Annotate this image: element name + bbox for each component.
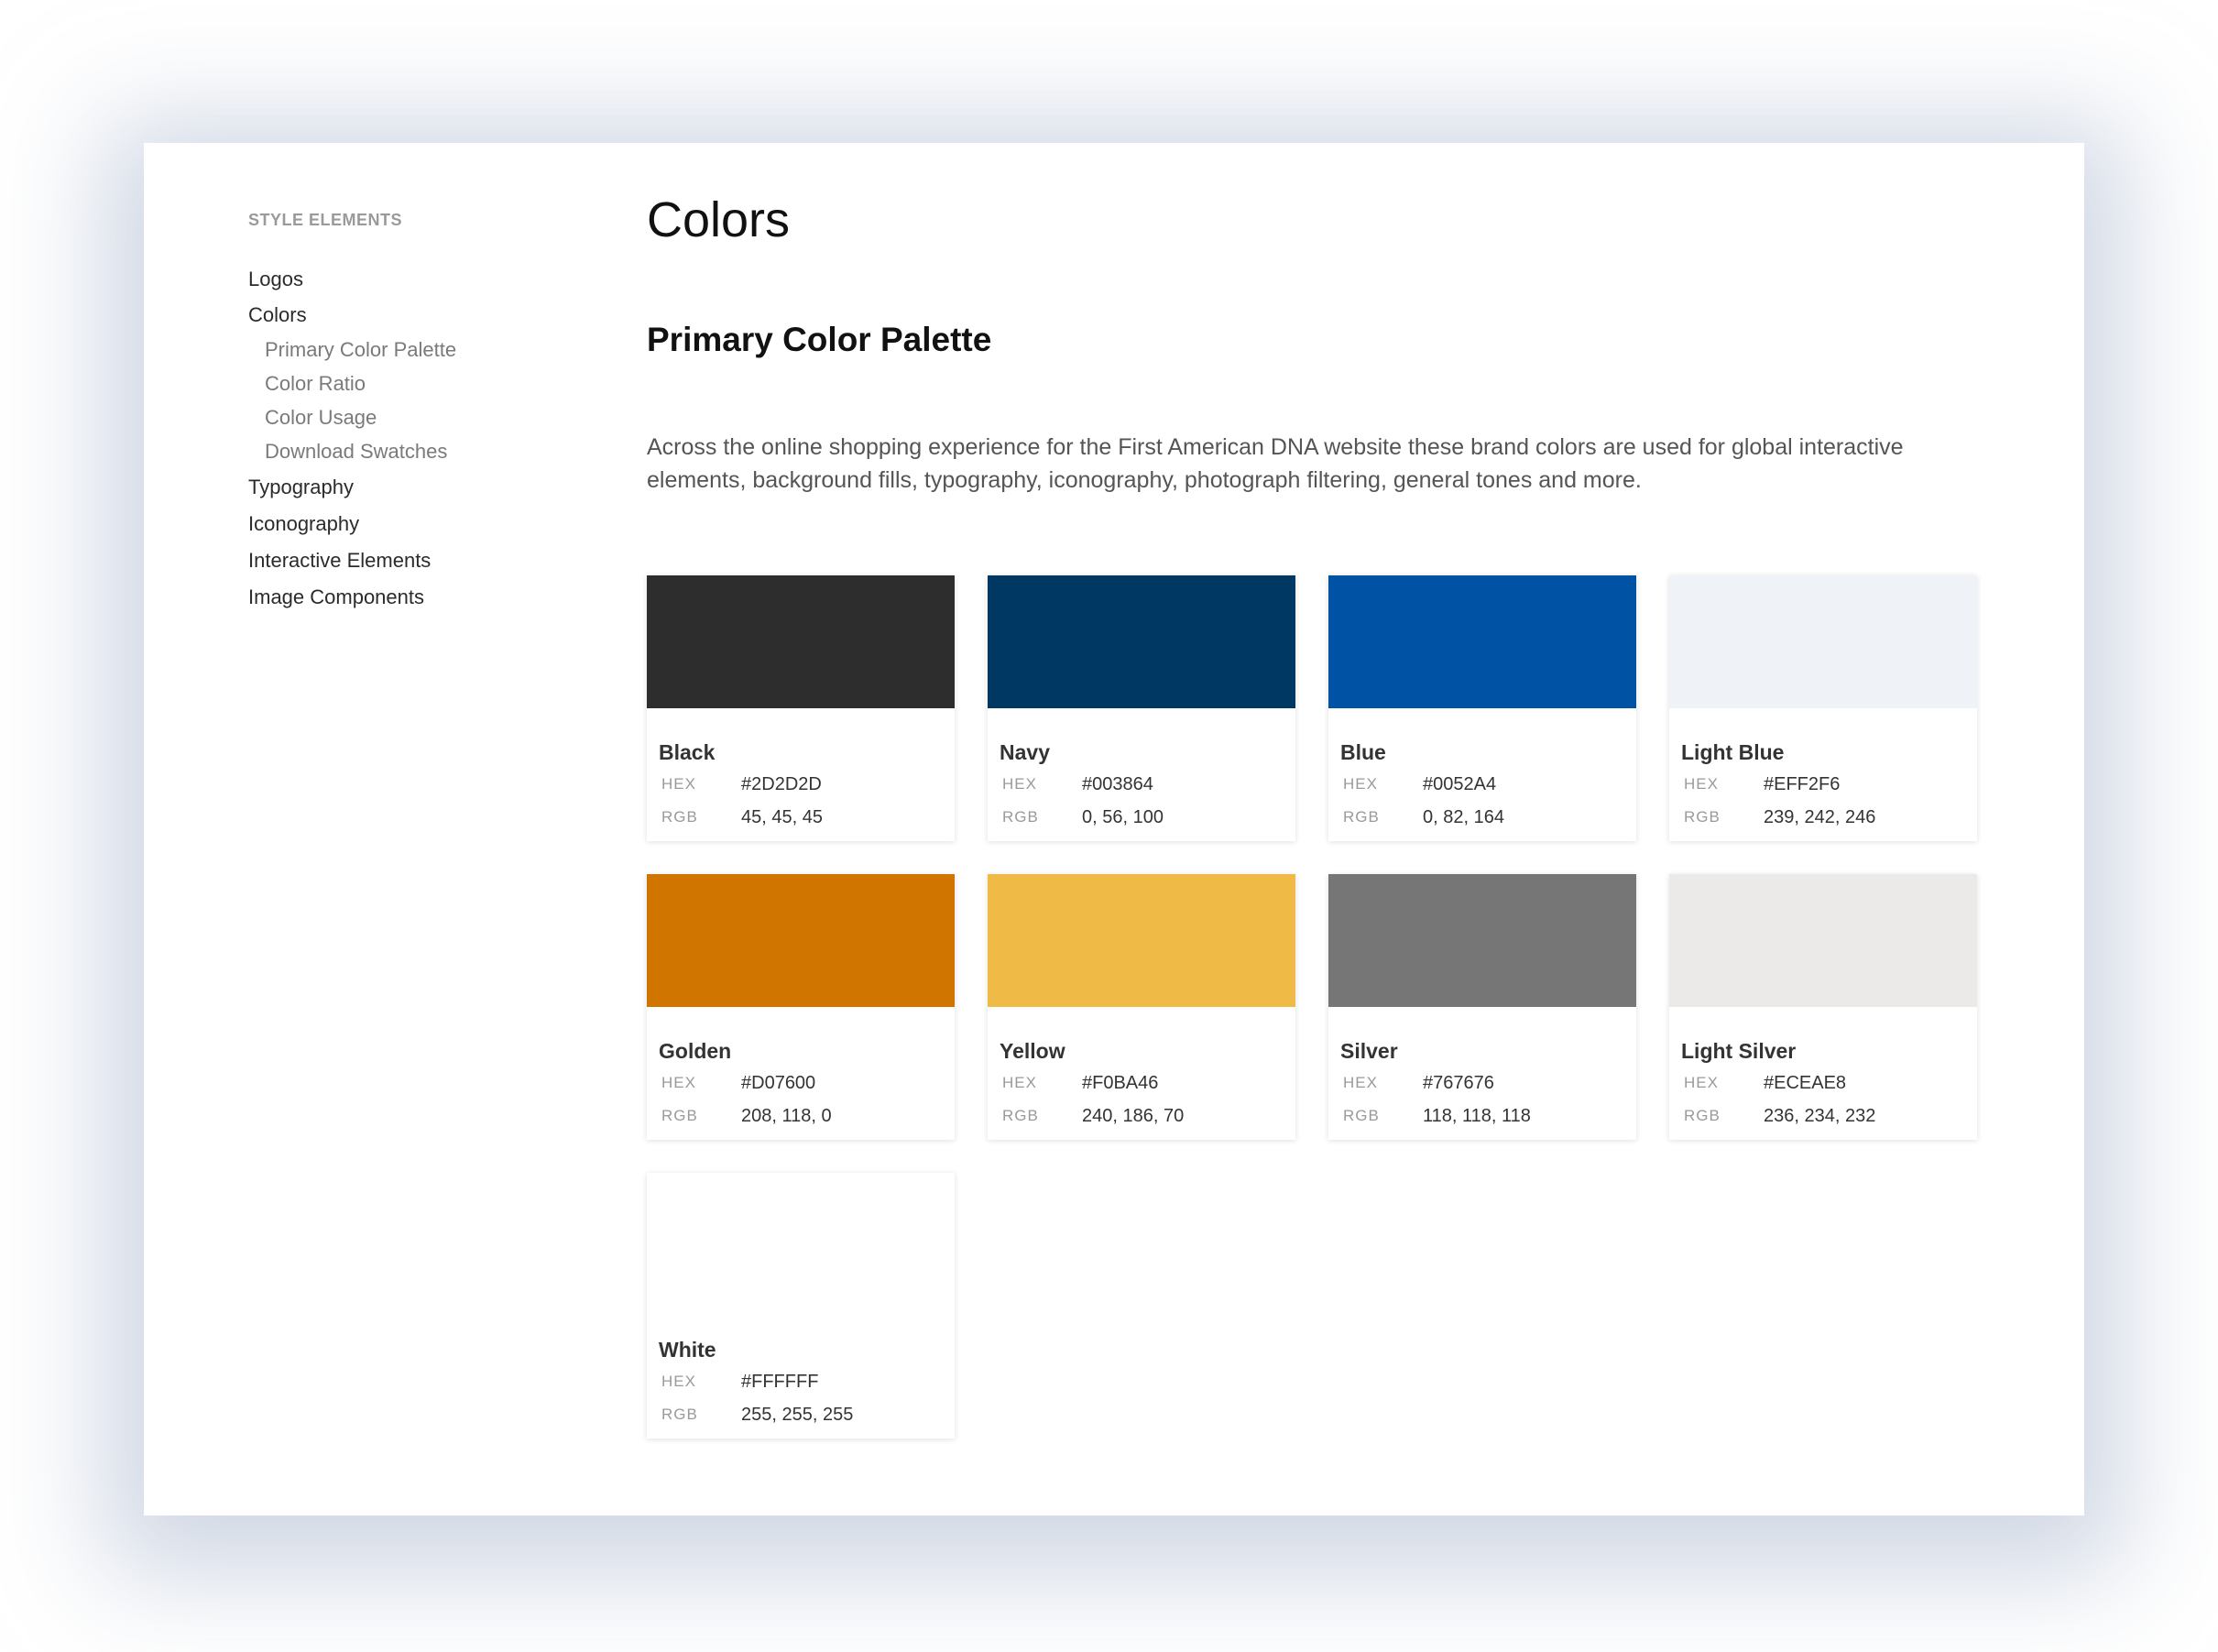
color-chip bbox=[647, 575, 955, 708]
page-title: Colors bbox=[647, 192, 791, 247]
color-swatch-card[interactable]: Light Silver HEX #ECEAE8 RGB 236, 234, 232 bbox=[1669, 874, 1977, 1140]
sidebar-nav: STYLE ELEMENTS Logos Colors Primary Color … bbox=[248, 209, 578, 608]
hex-row: HEX #D07600 bbox=[661, 1070, 815, 1096]
hex-row: HEX #767676 bbox=[1343, 1070, 1494, 1096]
hex-label: HEX bbox=[661, 775, 696, 793]
rgb-row: RGB 0, 82, 164 bbox=[1343, 804, 1504, 830]
rgb-label: RGB bbox=[1002, 808, 1039, 826]
color-chip bbox=[988, 575, 1295, 708]
rgb-value: 45, 45, 45 bbox=[741, 806, 823, 827]
rgb-value: 255, 255, 255 bbox=[741, 1404, 854, 1425]
sidebar-item-colors[interactable]: Colors bbox=[248, 302, 307, 328]
hex-label: HEX bbox=[1684, 775, 1719, 793]
rgb-row: RGB 236, 234, 232 bbox=[1684, 1103, 1875, 1129]
sidebar-item-logos[interactable]: Logos bbox=[248, 267, 303, 292]
hex-row: HEX #2D2D2D bbox=[661, 771, 822, 797]
rgb-label: RGB bbox=[1684, 1107, 1721, 1124]
rgb-row: RGB 45, 45, 45 bbox=[661, 804, 823, 830]
hex-row: HEX #0052A4 bbox=[1343, 771, 1496, 797]
sidebar-item-color-usage[interactable]: Color Usage bbox=[248, 405, 377, 431]
rgb-value: 118, 118, 118 bbox=[1423, 1105, 1531, 1126]
color-name: Yellow bbox=[1000, 1039, 1065, 1063]
rgb-row: RGB 0, 56, 100 bbox=[1002, 804, 1164, 830]
color-chip bbox=[647, 1173, 955, 1306]
rgb-row: RGB 255, 255, 255 bbox=[661, 1402, 853, 1428]
hex-label: HEX bbox=[661, 1074, 696, 1091]
color-swatch-card[interactable]: Silver HEX #767676 RGB 118, 118, 118 bbox=[1328, 874, 1636, 1140]
hex-label: HEX bbox=[1343, 775, 1378, 793]
sidebar-item-primary-color-palette[interactable]: Primary Color Palette bbox=[248, 337, 456, 363]
sidebar-section-label: STYLE ELEMENTS bbox=[248, 211, 403, 229]
color-chip bbox=[647, 874, 955, 1007]
hex-value: #2D2D2D bbox=[741, 773, 822, 794]
rgb-value: 0, 56, 100 bbox=[1082, 806, 1164, 827]
color-swatch-card[interactable]: Light Blue HEX #EFF2F6 RGB 239, 242, 246 bbox=[1669, 575, 1977, 841]
hex-row: HEX #FFFFFF bbox=[661, 1369, 818, 1395]
hex-value: #003864 bbox=[1082, 773, 1153, 794]
color-chip bbox=[1328, 575, 1636, 708]
hex-value: #EFF2F6 bbox=[1764, 773, 1841, 794]
hex-label: HEX bbox=[661, 1373, 696, 1390]
color-name: Golden bbox=[659, 1039, 732, 1063]
rgb-label: RGB bbox=[1343, 808, 1380, 826]
color-swatch-card[interactable]: Blue HEX #0052A4 RGB 0, 82, 164 bbox=[1328, 575, 1636, 841]
color-name: Blue bbox=[1340, 740, 1386, 764]
sidebar-item-color-ratio[interactable]: Color Ratio bbox=[248, 371, 366, 397]
swatch-grid: Black HEX #2D2D2D RGB 45, 45, 45 Navy HEX #0038… bbox=[647, 575, 1977, 1439]
color-name: Light Silver bbox=[1681, 1039, 1797, 1063]
rgb-value: 239, 242, 246 bbox=[1764, 806, 1876, 827]
sidebar-item-iconography[interactable]: Iconography bbox=[248, 511, 359, 537]
hex-label: HEX bbox=[1002, 1074, 1037, 1091]
color-name: Silver bbox=[1340, 1039, 1398, 1063]
color-swatch-card[interactable]: White HEX #FFFFFF RGB 255, 255, 255 bbox=[647, 1173, 955, 1439]
hex-row: HEX #ECEAE8 bbox=[1684, 1070, 1846, 1096]
hex-value: #FFFFFF bbox=[741, 1371, 819, 1392]
color-name: Black bbox=[659, 740, 716, 764]
hex-label: HEX bbox=[1343, 1074, 1378, 1091]
color-name: Light Blue bbox=[1681, 740, 1785, 764]
hex-value: #D07600 bbox=[741, 1072, 816, 1093]
hex-value: #767676 bbox=[1423, 1072, 1494, 1093]
color-swatch-card[interactable]: Golden HEX #D07600 RGB 208, 118, 0 bbox=[647, 874, 955, 1140]
rgb-label: RGB bbox=[1684, 808, 1721, 826]
color-swatch-card[interactable]: Yellow HEX #F0BA46 RGB 240, 186, 70 bbox=[988, 874, 1295, 1140]
color-name: Navy bbox=[1000, 740, 1050, 764]
hex-label: HEX bbox=[1002, 775, 1037, 793]
rgb-value: 236, 234, 232 bbox=[1764, 1105, 1876, 1126]
hex-row: HEX #EFF2F6 bbox=[1684, 771, 1840, 797]
rgb-value: 208, 118, 0 bbox=[741, 1105, 832, 1126]
color-chip bbox=[1328, 874, 1636, 1007]
sidebar-item-download-swatches[interactable]: Download Swatches bbox=[248, 439, 447, 465]
sidebar-item-typography[interactable]: Typography bbox=[248, 475, 354, 500]
rgb-label: RGB bbox=[661, 1406, 698, 1423]
rgb-value: 240, 186, 70 bbox=[1082, 1105, 1185, 1126]
hex-row: HEX #003864 bbox=[1002, 771, 1153, 797]
color-chip bbox=[1669, 575, 1977, 708]
rgb-row: RGB 239, 242, 246 bbox=[1684, 804, 1875, 830]
color-chip bbox=[1669, 874, 1977, 1007]
color-name: White bbox=[659, 1338, 716, 1362]
hex-label: HEX bbox=[1684, 1074, 1719, 1091]
rgb-label: RGB bbox=[661, 808, 698, 826]
hex-value: #0052A4 bbox=[1423, 773, 1497, 794]
rgb-row: RGB 118, 118, 118 bbox=[1343, 1103, 1531, 1129]
hex-row: HEX #F0BA46 bbox=[1002, 1070, 1158, 1096]
hex-value: #ECEAE8 bbox=[1764, 1072, 1847, 1093]
color-swatch-card[interactable]: Black HEX #2D2D2D RGB 45, 45, 45 bbox=[647, 575, 955, 841]
rgb-label: RGB bbox=[661, 1107, 698, 1124]
rgb-row: RGB 208, 118, 0 bbox=[661, 1103, 832, 1129]
hex-value: #F0BA46 bbox=[1082, 1072, 1159, 1093]
rgb-label: RGB bbox=[1343, 1107, 1380, 1124]
intro-paragraph: Across the online shopping experience fo… bbox=[647, 434, 1904, 493]
rgb-row: RGB 240, 186, 70 bbox=[1002, 1103, 1184, 1129]
style-guide-page: STYLE ELEMENTS Logos Colors Primary Color … bbox=[144, 143, 2084, 1515]
sidebar-item-image-components[interactable]: Image Components bbox=[248, 585, 424, 610]
rgb-value: 0, 82, 164 bbox=[1423, 806, 1504, 827]
section-title: Primary Color Palette bbox=[647, 321, 992, 358]
rgb-label: RGB bbox=[1002, 1107, 1039, 1124]
color-chip bbox=[988, 874, 1295, 1007]
sidebar-item-interactive-elements[interactable]: Interactive Elements bbox=[248, 548, 431, 574]
color-swatch-card[interactable]: Navy HEX #003864 RGB 0, 56, 100 bbox=[988, 575, 1295, 841]
